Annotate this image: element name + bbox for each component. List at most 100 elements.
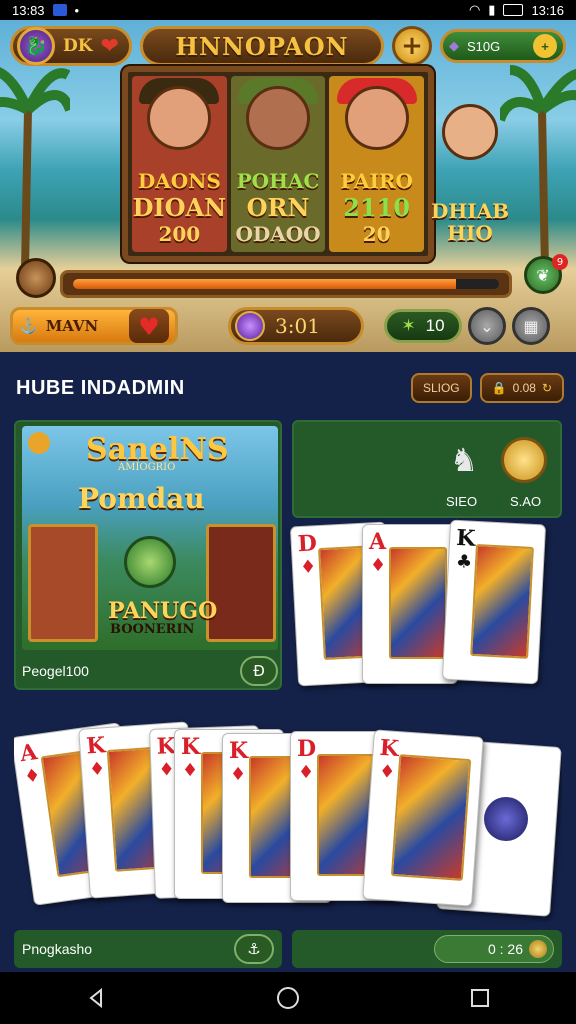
game-title: HNNOPAON <box>140 26 384 66</box>
leaf-icon: ✶ <box>401 316 416 335</box>
ship-icon: ⚓ <box>19 317 38 335</box>
gem-value: S10G <box>467 38 501 54</box>
heart-icon: ♥ <box>138 311 160 341</box>
app-notification-icon <box>52 4 67 16</box>
side-character-name: DHIAB <box>430 199 510 223</box>
card-rank: K <box>378 734 400 763</box>
swirl-icon: ↻ <box>541 381 552 395</box>
rewards-panel: ♞ SIEO S.AO <box>292 420 562 518</box>
bottom-controls: ⚓ MAVN ♥ 3:01 ✶ 10 ⌄ ▦ <box>10 304 566 348</box>
reel-3: PAIRO 2110 20 <box>329 76 425 252</box>
card-suit-icon: ♦ <box>158 759 176 781</box>
signal-icon: ▮ <box>488 2 496 17</box>
expand-button[interactable]: ⌄ <box>468 307 506 345</box>
panel-action-button[interactable]: Ð <box>240 656 278 686</box>
profile-pill[interactable]: 🐉 DK ❤ <box>10 26 132 66</box>
add-button[interactable]: + <box>392 26 432 66</box>
card-suit-icon: ♦ <box>378 760 396 783</box>
favorite-button[interactable]: ♥ <box>129 309 169 343</box>
reel-subvalue: 200 <box>158 222 201 246</box>
hub-chip-1[interactable]: SLIOG <box>410 373 472 403</box>
card-suit-icon: ♦ <box>22 764 42 788</box>
reward-label-1: SIEO <box>446 494 478 509</box>
footer-action-button[interactable]: ⚓ <box>234 934 274 964</box>
coin-icon: 🐉 <box>17 27 55 65</box>
screen: 13:83 • ◠ ▮ 13:16 🐉 DK ❤ HNNOPAON + ◆ S1… <box>0 0 576 1024</box>
shield-icon[interactable] <box>16 258 56 298</box>
game-art-subname: BOONERIN <box>110 622 195 637</box>
panel-footer: Peogel100 Ð <box>22 654 278 688</box>
reel-2: POHAC ORN ODAOO <box>230 76 326 252</box>
card-face-art <box>390 754 472 881</box>
progress-track <box>73 279 499 289</box>
battery-icon <box>503 4 524 16</box>
main-menu-button[interactable]: ⚓ MAVN ♥ <box>10 307 178 345</box>
character-card-left <box>28 524 98 642</box>
card-rank: D <box>297 736 317 762</box>
card-table-panel: A ♦ K ♦ K ♦ K ♦ K ♦ D ♦ K ♦ <box>14 707 562 927</box>
top-bar: 🐉 DK ❤ HNNOPAON + ◆ S10G + <box>10 24 566 68</box>
hub-title: HUBE INDADMIN <box>16 376 185 399</box>
hub-section: HUBE INDADMIN SLIOG 🔒 0.08 ↻ SanelNS AMI… <box>0 352 576 972</box>
side-character-name-2: HIO <box>447 221 493 245</box>
recents-button[interactable] <box>460 978 500 1018</box>
gem-counter[interactable]: ◆ S10G + <box>440 29 566 63</box>
profile-label: DK <box>63 36 93 56</box>
chevron-down-icon: ⌄ <box>480 316 494 336</box>
palm-tree-left <box>0 67 70 270</box>
lock-icon: 🔒 <box>491 381 507 395</box>
coin-icon[interactable] <box>500 436 548 484</box>
footer-timer-value: 0 : 26 <box>487 941 523 957</box>
panel-label: Peogel100 <box>22 663 89 679</box>
slot-machine-area: 🐉 DK ❤ HNNOPAON + ◆ S10G + DAONS DIOAN 2… <box>0 20 576 352</box>
reward-label-2: S.AO <box>510 494 542 509</box>
recents-icon <box>471 989 489 1007</box>
reel-name: PAIRO <box>340 169 413 193</box>
reel-value: ORN <box>246 193 310 222</box>
status-bar: 13:83 • ◠ ▮ 13:16 <box>0 0 576 20</box>
card-face-art <box>389 547 447 659</box>
notification-dot-icon: • <box>74 2 80 18</box>
gem-icon: ◆ <box>449 38 459 53</box>
reel-subvalue: ODAOO <box>235 222 321 246</box>
reel-name: POHAC <box>236 169 320 193</box>
grid-icon: ▦ <box>523 316 539 336</box>
progress-fill <box>73 279 457 289</box>
card-suit-icon: ♦ <box>182 760 199 781</box>
game-art: SanelNS AMIOGRIO Pomdau PANUGO BOONERIN <box>22 426 278 650</box>
card-suit-icon: ♦ <box>370 555 387 576</box>
wifi-icon: ◠ <box>468 2 481 17</box>
back-icon <box>89 987 102 1009</box>
hub-header: HUBE INDADMIN SLIOG 🔒 0.08 ↻ <box>16 372 564 404</box>
badge-icon <box>28 432 50 454</box>
side-character: DHIAB HIO <box>430 94 510 270</box>
gem-add-icon[interactable]: + <box>533 34 557 58</box>
back-button[interactable] <box>76 978 116 1018</box>
timer-value: 3:01 <box>275 314 320 338</box>
card-rank: D <box>297 530 318 558</box>
coin-icon <box>529 940 547 958</box>
playing-card[interactable]: K ♣ <box>441 519 547 685</box>
footer-timer[interactable]: 0 : 26 <box>434 935 554 963</box>
playing-card[interactable]: K ♦ <box>362 729 484 907</box>
character-card-right <box>206 524 276 642</box>
character-portrait <box>147 86 212 150</box>
card-rank: A <box>369 529 387 555</box>
card-rank: K <box>455 524 477 552</box>
leaf-icon: ❦ <box>536 265 550 285</box>
pegasus-icon[interactable]: ♞ <box>440 436 488 484</box>
reel-name: DAONS <box>137 169 221 193</box>
palm-tree-right <box>500 65 576 270</box>
menu-grid-button[interactable]: ▦ <box>512 307 550 345</box>
reel-subvalue: 20 <box>362 222 391 246</box>
reel-value: DIOAN <box>132 193 227 222</box>
character-portrait <box>344 86 409 150</box>
game-panel-1[interactable]: SanelNS AMIOGRIO Pomdau PANUGO BOONERIN … <box>14 420 282 690</box>
footer-bar-right: 0 : 26 <box>292 930 562 968</box>
count-pill: ✶ 10 <box>384 309 462 343</box>
orb-icon <box>235 311 265 341</box>
reel-frame: DAONS DIOAN 200 POHAC ORN ODAOO PAIRO 21… <box>122 66 434 262</box>
game-art-name: PANUGO <box>108 598 218 624</box>
hub-chip-2[interactable]: 🔒 0.08 ↻ <box>479 373 564 403</box>
home-button[interactable] <box>268 978 308 1018</box>
